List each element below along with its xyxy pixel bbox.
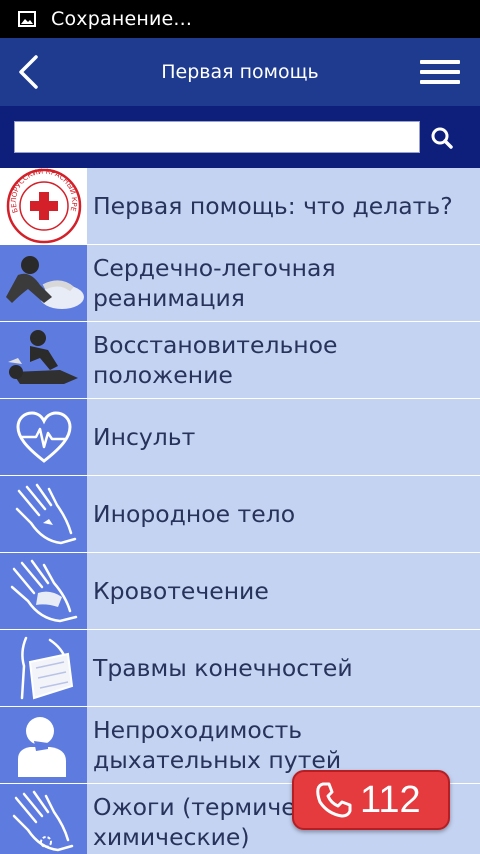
hamburger-menu-icon	[420, 60, 460, 84]
heart-pulse-icon	[0, 399, 87, 475]
list-item-label: Сердечно-легочная реанимация	[93, 254, 336, 312]
search-input[interactable]	[14, 121, 420, 153]
list-item-bleeding[interactable]: Кровотечение	[0, 553, 480, 630]
list-item-label: Восстановительное положение	[93, 331, 338, 389]
list-item-recovery-position[interactable]: Восстановительное положение	[0, 322, 480, 399]
list-item-label: Инсульт	[93, 423, 196, 451]
image-icon	[18, 11, 36, 27]
cpr-icon	[0, 245, 87, 321]
app-bar: Первая помощь	[0, 38, 480, 106]
choking-person-icon	[0, 707, 87, 783]
hand-bandage-icon	[0, 553, 87, 629]
recovery-position-icon	[0, 322, 87, 398]
status-text: Сохранение...	[51, 8, 193, 30]
emergency-number: 112	[360, 778, 421, 821]
hand-burn-icon	[0, 784, 87, 854]
arm-sling-icon	[0, 630, 87, 706]
search-bar	[0, 106, 480, 168]
search-icon[interactable]	[428, 124, 456, 152]
list-item-stroke[interactable]: Инсульт	[0, 399, 480, 476]
menu-button[interactable]	[420, 60, 460, 86]
list-item-limb-injuries[interactable]: Травмы конечностей	[0, 630, 480, 707]
red-cross-logo: БЕЛОРУССКИЙ КРАСНЫЙ КРЕСТ	[0, 168, 87, 244]
hand-foreign-body-icon	[0, 476, 87, 552]
topic-list: БЕЛОРУССКИЙ КРАСНЫЙ КРЕСТ Первая помощь:…	[0, 168, 480, 854]
list-item-label: Первая помощь: что делать?	[93, 192, 453, 220]
status-bar: Сохранение...	[0, 0, 480, 38]
list-item-label: Инородное тело	[93, 500, 296, 528]
list-item-label: Травмы конечностей	[93, 654, 353, 682]
list-item-cpr[interactable]: Сердечно-легочная реанимация	[0, 245, 480, 322]
list-item-first-aid[interactable]: БЕЛОРУССКИЙ КРАСНЫЙ КРЕСТ Первая помощь:…	[0, 168, 480, 245]
list-item-label: Кровотечение	[93, 577, 269, 605]
phone-icon	[316, 782, 352, 818]
page-title: Первая помощь	[161, 61, 319, 83]
list-item-foreign-body[interactable]: Инородное тело	[0, 476, 480, 553]
emergency-call-button[interactable]: 112	[292, 770, 450, 830]
